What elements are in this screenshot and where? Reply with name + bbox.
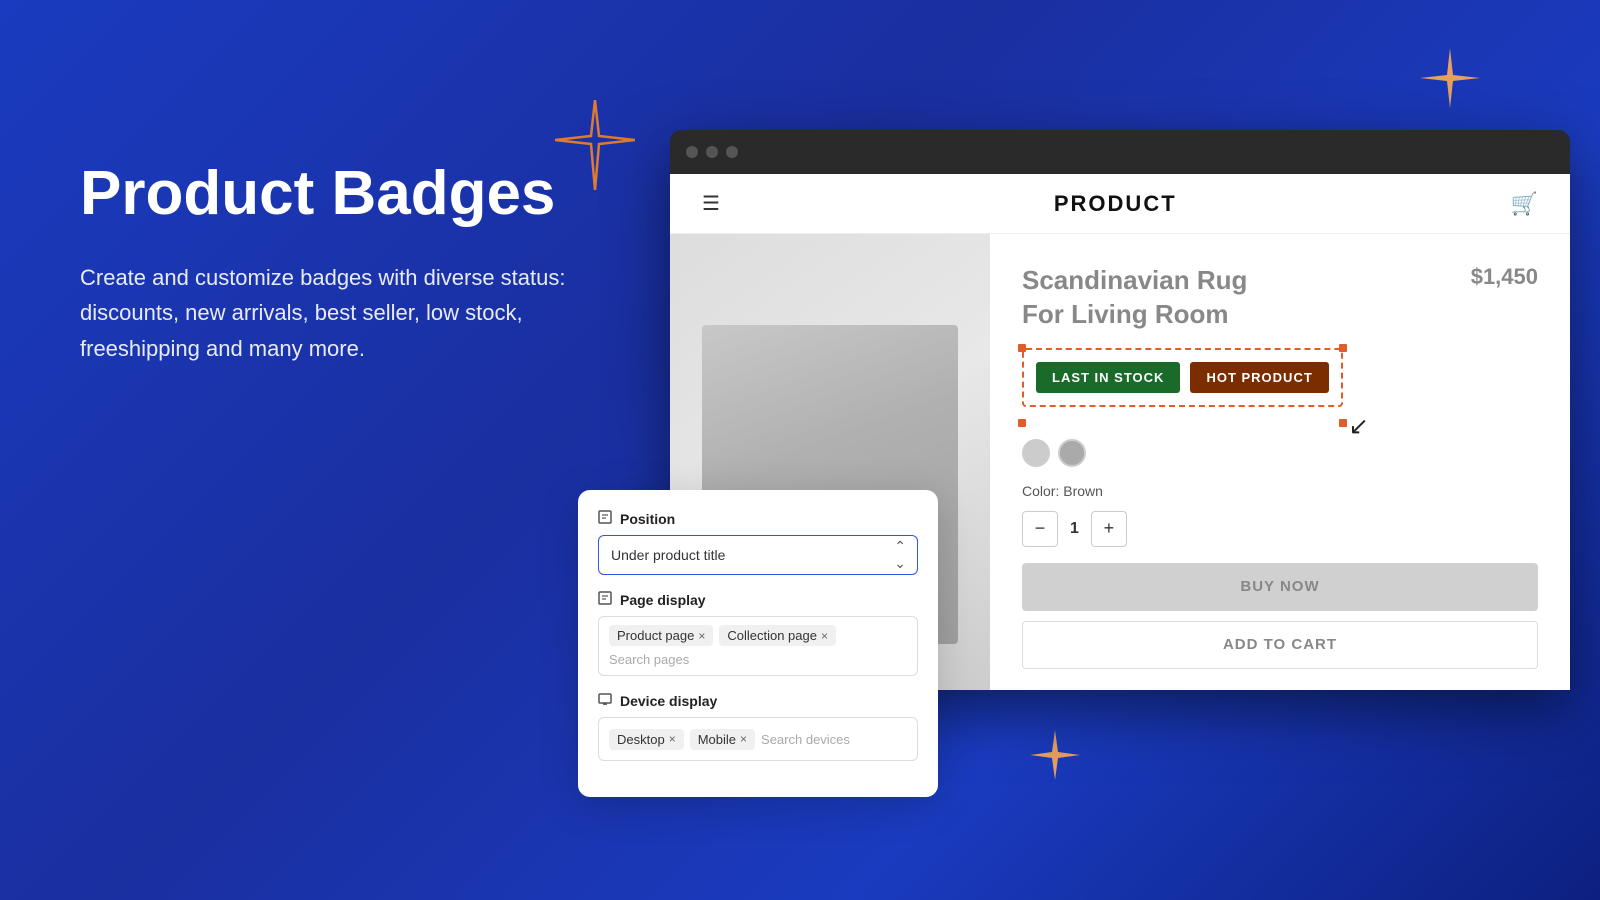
settings-panel: Position Under product title Above produ… [578,490,938,797]
pages-search-placeholder: Search pages [609,652,689,667]
product-price: $1,450 [1471,264,1538,290]
browser-dot-2 [706,146,718,158]
left-content-area: Product Badges Create and customize badg… [80,160,630,366]
position-select[interactable]: Under product title Above product title … [598,535,918,575]
page-display-tags-input[interactable]: Product page × Collection page × Search … [598,616,918,676]
position-select-wrapper: Under product title Above product title … [598,535,918,575]
qty-decrease-button[interactable]: − [1022,511,1058,547]
page-tag-collection: Collection page × [719,625,836,646]
corner-tr [1339,344,1347,352]
store-header: ☰ PRODUCT 🛒 [670,174,1570,234]
device-display-label-row: Device display [598,692,918,709]
page-tag-product: Product page × [609,625,713,646]
position-section: Position Under product title Above produ… [598,510,918,575]
device-display-label-text: Device display [620,693,717,709]
device-display-section: Device display Desktop × Mobile × Search… [598,692,918,761]
position-label-text: Position [620,511,675,527]
sparkle-decoration-bottom [1030,730,1080,780]
page-display-section: Page display Product page × Collection p… [598,591,918,676]
page-tag-product-remove[interactable]: × [698,629,705,643]
page-description: Create and customize badges with diverse… [80,260,630,366]
add-to-cart-button[interactable]: ADD TO CART [1022,621,1538,669]
sparkle-decoration-right [1420,48,1480,108]
device-tag-mobile: Mobile × [690,729,755,750]
product-title-price-row: Scandinavian RugFor Living Room $1,450 [1022,264,1538,332]
corner-bl [1018,419,1026,427]
browser-dot-3 [726,146,738,158]
cart-icon[interactable]: 🛒 [1511,191,1538,217]
page-display-icon [598,591,612,608]
badge-last-in-stock: LAST IN STOCK [1036,362,1180,393]
quantity-row: − 1 + [1022,511,1538,547]
page-tag-collection-remove[interactable]: × [821,629,828,643]
corner-br [1339,419,1347,427]
device-display-tags-input[interactable]: Desktop × Mobile × Search devices [598,717,918,761]
color-swatches [1022,439,1538,467]
qty-increase-button[interactable]: + [1091,511,1127,547]
page-title: Product Badges [80,160,630,228]
position-label-row: Position [598,510,918,527]
position-icon [598,510,612,527]
badge-hot-product: HOT PRODUCT [1190,362,1328,393]
badge-area: LAST IN STOCK HOT PRODUCT [1022,348,1343,407]
menu-icon[interactable]: ☰ [702,191,720,216]
browser-bar [670,130,1570,174]
cursor-arrow: ↙ [1349,412,1369,441]
store-title: PRODUCT [1054,191,1177,217]
product-details: Scandinavian RugFor Living Room $1,450 L… [990,234,1570,690]
swatch-2[interactable] [1058,439,1086,467]
page-display-label-row: Page display [598,591,918,608]
device-tag-desktop: Desktop × [609,729,684,750]
browser-dot-1 [686,146,698,158]
device-tag-mobile-remove[interactable]: × [740,732,747,746]
swatch-1[interactable] [1022,439,1050,467]
qty-value: 1 [1070,520,1079,538]
devices-search-placeholder: Search devices [761,732,850,747]
corner-tl [1018,344,1026,352]
device-tag-desktop-remove[interactable]: × [669,732,676,746]
device-display-icon [598,692,612,709]
product-title: Scandinavian RugFor Living Room [1022,264,1247,332]
page-display-label-text: Page display [620,592,706,608]
buy-now-button[interactable]: BUY NOW [1022,563,1538,611]
color-label: Color: Brown [1022,483,1538,499]
